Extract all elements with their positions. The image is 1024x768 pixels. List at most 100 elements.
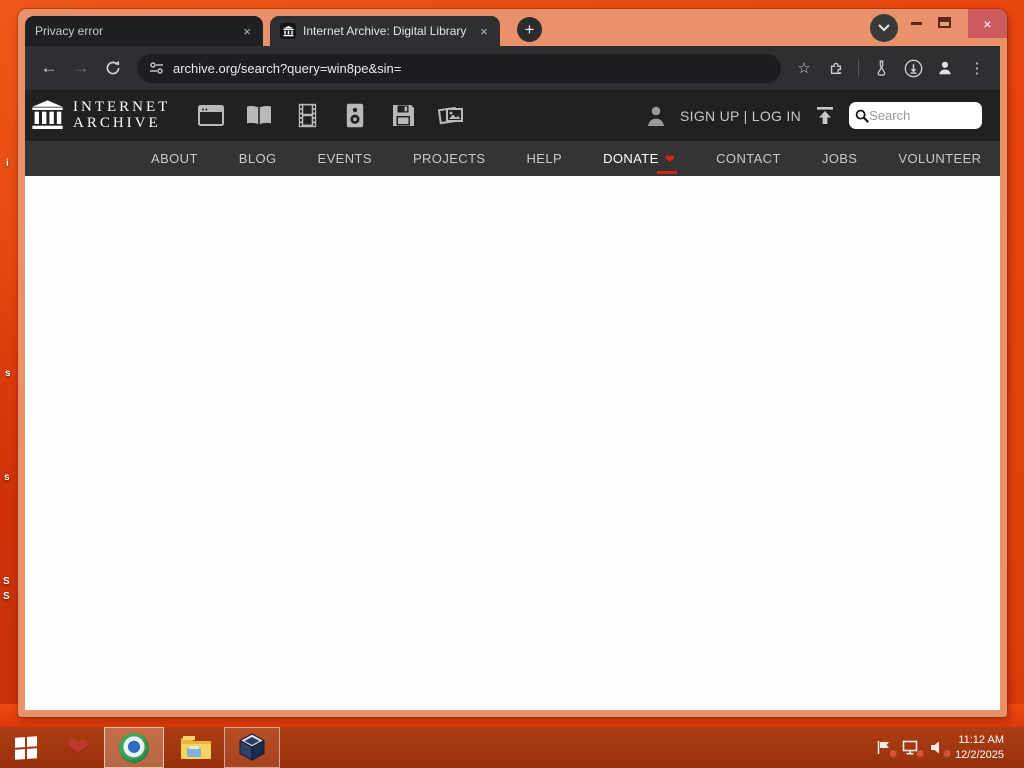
tab-strip: Privacy error × Internet Archive: Digita…	[18, 9, 1007, 46]
archive-nav-bar: ABOUT BLOG EVENTS PROJECTS HELP DONATE ❤…	[25, 141, 1000, 176]
heart-icon: ❤	[67, 732, 89, 762]
nav-donate[interactable]: DONATE ❤	[603, 141, 678, 176]
desktop-icon-label-fragment: s	[4, 472, 10, 483]
nav-events[interactable]: EVENTS	[318, 141, 372, 176]
upload-icon[interactable]	[815, 106, 835, 125]
software-icon[interactable]	[388, 103, 418, 129]
tab-title: Internet Archive: Digital Library	[303, 24, 467, 38]
reload-icon	[106, 60, 120, 75]
nav-label: CONTACT	[716, 151, 781, 166]
signup-login-link[interactable]: SIGN UP | LOG IN	[680, 108, 801, 124]
web-page: INTERNET ARCHIVE SIGN UP | LOG IN Search…	[25, 90, 1000, 710]
desktop-icon-label-fragment: S	[3, 576, 10, 587]
toolbar-divider	[858, 59, 859, 77]
network-icon[interactable]: ×	[901, 739, 923, 760]
archive-site-header: INTERNET ARCHIVE SIGN UP | LOG IN Search	[25, 90, 1000, 141]
nav-label: BLOG	[238, 151, 277, 166]
tab-search-button[interactable]	[870, 14, 898, 42]
taskbar-chrome-active[interactable]	[104, 727, 164, 768]
archive-header-right: SIGN UP | LOG IN	[646, 102, 994, 129]
nav-label: PROJECTS	[412, 151, 486, 166]
audio-icon[interactable]	[340, 103, 370, 129]
browser-window: Privacy error × Internet Archive: Digita…	[18, 9, 1007, 717]
url-text: archive.org/search?query=win8pe&sin=	[173, 60, 402, 76]
site-info-icon	[150, 62, 163, 74]
logo-line1: INTERNET	[73, 98, 171, 115]
taskbar-clock[interactable]: 11:12 AM 12/2/2025	[955, 733, 1014, 763]
nav-jobs[interactable]: JOBS	[822, 141, 858, 176]
taskbar-virtualbox[interactable]	[224, 727, 280, 768]
tab-close-icon[interactable]: ×	[239, 24, 255, 39]
browser-menu-icon[interactable]: ⋮	[964, 55, 990, 81]
search-input[interactable]	[869, 108, 976, 123]
volume-icon[interactable]: ×	[928, 739, 950, 760]
alert-badge: ×	[890, 748, 897, 760]
user-icon	[648, 106, 665, 126]
bookmark-star-icon[interactable]: ☆	[791, 55, 817, 81]
nav-label: ABOUT	[151, 151, 198, 166]
web-icon[interactable]	[196, 103, 226, 129]
donate-heart-icon: ❤	[664, 151, 676, 166]
clock-time: 11:12 AM	[958, 733, 1004, 746]
nav-label: JOBS	[821, 151, 858, 166]
chevron-down-icon	[878, 24, 890, 32]
nav-volunteer[interactable]: VOLUNTEER	[898, 141, 981, 176]
nav-about[interactable]: ABOUT	[151, 141, 198, 176]
archive-search-box[interactable]	[849, 102, 982, 129]
nav-projects[interactable]: PROJECTS	[413, 141, 486, 176]
internet-archive-logo[interactable]: INTERNET ARCHIVE	[31, 98, 171, 132]
profile-avatar-icon[interactable]	[932, 55, 958, 81]
images-icon[interactable]	[436, 103, 466, 129]
archive-building-icon	[32, 100, 63, 129]
tab-close-icon[interactable]: ×	[476, 24, 492, 39]
video-icon[interactable]	[292, 103, 322, 129]
downloads-icon[interactable]	[900, 55, 926, 81]
virtualbox-cube-icon	[238, 733, 266, 761]
page-content-blank	[25, 176, 1000, 710]
start-button[interactable]	[0, 727, 52, 768]
internet-archive-favicon	[280, 23, 296, 39]
donate-underline	[657, 171, 678, 174]
search-icon	[855, 109, 869, 123]
nav-blog[interactable]: BLOG	[239, 141, 277, 176]
experiments-flask-icon[interactable]	[868, 55, 894, 81]
nav-help[interactable]: HELP	[527, 141, 563, 176]
back-button[interactable]: ←	[35, 54, 63, 82]
tab-privacy-error[interactable]: Privacy error ×	[25, 16, 263, 46]
extensions-icon[interactable]	[823, 55, 849, 81]
close-button[interactable]: ×	[968, 9, 1007, 38]
desktop-icon-label-fragment: i	[6, 158, 9, 169]
media-type-icons	[196, 103, 466, 129]
nav-label: DONATE	[603, 151, 659, 166]
browser-toolbar: ← → archive.org/search?query=win8pe&sin=…	[25, 46, 1000, 90]
system-tray: × × × 11:12 AM 12/2/2025	[874, 733, 1024, 763]
taskbar-heart-app[interactable]: ❤	[52, 727, 104, 768]
nav-contact[interactable]: CONTACT	[716, 141, 781, 176]
action-center-flag-icon[interactable]: ×	[874, 739, 896, 760]
clock-date: 12/2/2025	[955, 748, 1004, 761]
logo-line2: ARCHIVE	[73, 114, 161, 131]
desktop-icon-label-fragment: s	[5, 368, 11, 379]
url-bar[interactable]: archive.org/search?query=win8pe&sin=	[137, 53, 781, 83]
minimize-button[interactable]	[911, 22, 922, 25]
nav-label: VOLUNTEER	[898, 151, 982, 166]
taskbar-file-explorer[interactable]	[168, 727, 224, 768]
desktop-icon-label-fragment: S	[3, 591, 10, 602]
nav-label: EVENTS	[317, 151, 372, 166]
logo-wordmark: INTERNET ARCHIVE	[73, 98, 171, 132]
muted-badge: ×	[944, 748, 951, 760]
network-disconnected-badge: ×	[917, 748, 924, 760]
toolbar-actions: ☆ ⋮	[791, 55, 990, 81]
forward-button[interactable]: →	[67, 54, 95, 82]
windows-logo-icon	[15, 735, 37, 760]
nav-label: HELP	[526, 151, 563, 166]
new-tab-button[interactable]: +	[517, 17, 542, 42]
texts-icon[interactable]	[244, 103, 274, 129]
folder-icon	[181, 736, 211, 759]
maximize-button[interactable]	[938, 17, 951, 28]
reload-button[interactable]	[99, 54, 127, 82]
tab-title: Privacy error	[35, 24, 104, 38]
taskbar: ❤ × × × 11:12 AM 12/2/2025	[0, 727, 1024, 768]
chrome-icon	[119, 732, 149, 763]
tab-internet-archive[interactable]: Internet Archive: Digital Library ×	[270, 16, 500, 46]
